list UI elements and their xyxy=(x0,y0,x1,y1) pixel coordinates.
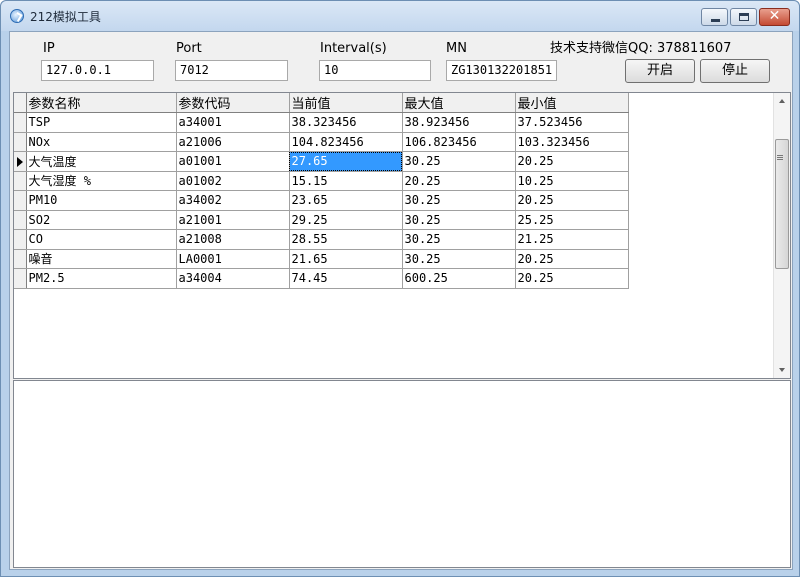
table-cell[interactable]: a34004 xyxy=(176,268,290,289)
table-cell[interactable]: a21006 xyxy=(176,132,290,152)
row-header[interactable] xyxy=(14,132,27,152)
table-cell[interactable]: 23.65 xyxy=(289,190,403,211)
start-button[interactable]: 开启 xyxy=(625,59,695,83)
support-contact-text: 技术支持微信QQ: 378811607 xyxy=(550,41,732,56)
app-logo-icon xyxy=(10,9,24,23)
table-row[interactable]: CO a21008 28.55 30.25 21.25 xyxy=(14,229,629,250)
scroll-grip-icon xyxy=(777,155,783,160)
table-cell[interactable]: 15.15 xyxy=(289,171,403,191)
row-header[interactable] xyxy=(14,210,27,230)
title-bar[interactable]: 212模拟工具 ✕ xyxy=(1,1,799,31)
table-cell[interactable]: 103.323456 xyxy=(515,132,629,152)
table-row[interactable]: 大气温度 a01001 27.65 30.25 20.25 xyxy=(14,151,629,172)
table-cell[interactable]: 20.25 xyxy=(515,190,629,211)
stop-button[interactable]: 停止 xyxy=(700,59,770,83)
row-header[interactable] xyxy=(14,229,27,250)
parameter-table: 参数名称 参数代码 当前值 最大值 最小值 TSP a34001 38.323456 38.9… xyxy=(14,93,629,289)
table-row[interactable]: SO2 a21001 29.25 30.25 25.25 xyxy=(14,210,629,230)
table-row[interactable]: TSP a34001 38.323456 38.923456 37.523456 xyxy=(14,112,629,133)
table-cell[interactable]: 20.25 xyxy=(402,171,516,191)
table-cell[interactable]: a01001 xyxy=(176,151,290,172)
table-cell[interactable]: PM10 xyxy=(26,190,177,211)
window-title: 212模拟工具 xyxy=(30,10,101,24)
table-cell[interactable]: a34002 xyxy=(176,190,290,211)
table-cell[interactable]: SO2 xyxy=(26,210,177,230)
row-header[interactable] xyxy=(14,190,27,211)
mn-input[interactable]: ZG130132201851 xyxy=(446,60,557,81)
table-cell[interactable]: 38.323456 xyxy=(289,112,403,133)
table-cell[interactable]: 74.45 xyxy=(289,268,403,289)
log-textarea[interactable] xyxy=(13,380,791,568)
table-row[interactable]: 大气湿度 % a01002 15.15 20.25 10.25 xyxy=(14,171,629,191)
table-cell[interactable]: 38.923456 xyxy=(402,112,516,133)
table-cell[interactable]: a21008 xyxy=(176,229,290,250)
table-cell[interactable]: LA0001 xyxy=(176,249,290,269)
table-cell[interactable]: 106.823456 xyxy=(402,132,516,152)
ip-label: IP xyxy=(43,41,55,56)
table-cell[interactable]: a21001 xyxy=(176,210,290,230)
table-cell[interactable]: 30.25 xyxy=(402,210,516,230)
minimize-button[interactable] xyxy=(701,8,728,26)
interval-input[interactable]: 10 xyxy=(319,60,431,81)
table-cell[interactable]: 噪音 xyxy=(26,249,177,269)
table-cell[interactable]: NOx xyxy=(26,132,177,152)
row-header[interactable] xyxy=(14,112,27,133)
column-header[interactable]: 当前值 xyxy=(289,93,403,113)
table-cell[interactable]: 10.25 xyxy=(515,171,629,191)
row-header[interactable] xyxy=(14,151,27,172)
column-header[interactable]: 参数代码 xyxy=(176,93,290,113)
interval-label: Interval(s) xyxy=(320,41,387,56)
column-header[interactable]: 参数名称 xyxy=(26,93,177,113)
mn-label: MN xyxy=(446,41,467,56)
row-header[interactable] xyxy=(14,249,27,269)
table-cell[interactable]: 21.65 xyxy=(289,249,403,269)
row-header[interactable] xyxy=(14,171,27,191)
port-label: Port xyxy=(176,41,202,56)
table-cell[interactable]: 25.25 xyxy=(515,210,629,230)
port-input[interactable]: 7012 xyxy=(175,60,288,81)
ip-input[interactable]: 127.0.0.1 xyxy=(41,60,154,81)
table-cell[interactable]: 20.25 xyxy=(515,249,629,269)
parameter-grid[interactable]: 参数名称 参数代码 当前值 最大值 最小值 TSP a34001 38.323456 38.9… xyxy=(13,92,791,379)
scroll-down-arrow-icon[interactable] xyxy=(774,361,790,378)
table-cell[interactable]: a01002 xyxy=(176,171,290,191)
close-button[interactable]: ✕ xyxy=(759,8,790,26)
table-row[interactable]: PM2.5 a34004 74.45 600.25 20.25 xyxy=(14,268,629,289)
table-cell[interactable]: 104.823456 xyxy=(289,132,403,152)
row-header-corner[interactable] xyxy=(14,93,27,113)
grid-vertical-scrollbar[interactable] xyxy=(773,93,790,378)
table-cell[interactable]: a34001 xyxy=(176,112,290,133)
table-cell[interactable]: 30.25 xyxy=(402,151,516,172)
current-row-pointer-icon xyxy=(17,157,23,167)
column-header[interactable]: 最大值 xyxy=(402,93,516,113)
table-cell[interactable]: 37.523456 xyxy=(515,112,629,133)
client-area: IP 127.0.0.1 Port 7012 Interval(s) 10 MN… xyxy=(9,31,793,570)
table-cell[interactable]: 27.65 xyxy=(289,151,403,172)
table-cell[interactable]: 21.25 xyxy=(515,229,629,250)
table-cell[interactable]: 20.25 xyxy=(515,268,629,289)
table-cell[interactable]: CO xyxy=(26,229,177,250)
table-cell[interactable]: PM2.5 xyxy=(26,268,177,289)
table-cell[interactable]: 20.25 xyxy=(515,151,629,172)
minimize-icon xyxy=(711,19,720,22)
column-header[interactable]: 最小值 xyxy=(515,93,629,113)
maximize-icon xyxy=(739,13,749,21)
maximize-button[interactable] xyxy=(730,8,757,26)
table-cell[interactable]: 30.25 xyxy=(402,229,516,250)
table-cell[interactable]: 大气温度 xyxy=(26,151,177,172)
close-icon: ✕ xyxy=(768,8,781,24)
table-cell[interactable]: 29.25 xyxy=(289,210,403,230)
table-cell[interactable]: 600.25 xyxy=(402,268,516,289)
table-row[interactable]: NOx a21006 104.823456 106.823456 103.323456 xyxy=(14,132,629,152)
table-row[interactable]: PM10 a34002 23.65 30.25 20.25 xyxy=(14,190,629,211)
row-header[interactable] xyxy=(14,268,27,289)
table-cell[interactable]: TSP xyxy=(26,112,177,133)
table-cell[interactable]: 28.55 xyxy=(289,229,403,250)
app-window: 212模拟工具 ✕ IP 127.0.0.1 Port 7012 Interva… xyxy=(0,0,800,577)
table-row[interactable]: 噪音 LA0001 21.65 30.25 20.25 xyxy=(14,249,629,269)
table-cell[interactable]: 30.25 xyxy=(402,249,516,269)
table-cell[interactable]: 30.25 xyxy=(402,190,516,211)
table-cell[interactable]: 大气湿度 % xyxy=(26,171,177,191)
scroll-up-arrow-icon[interactable] xyxy=(774,93,790,110)
